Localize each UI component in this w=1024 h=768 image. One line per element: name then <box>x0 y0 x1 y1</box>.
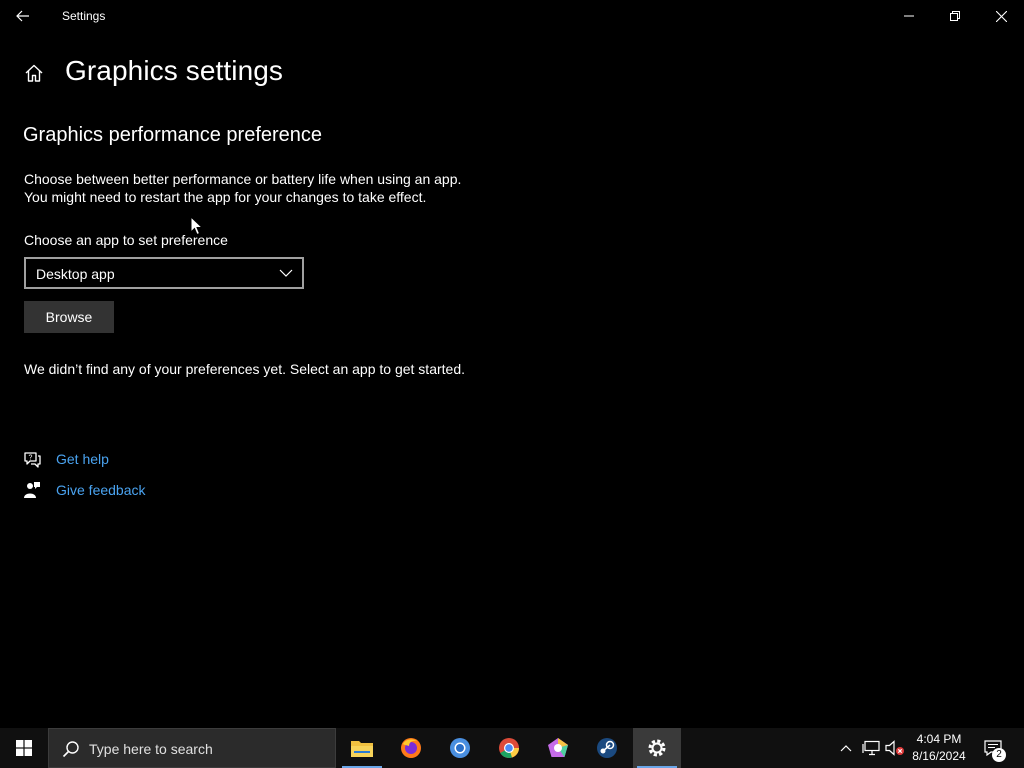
taskbar-file-explorer[interactable] <box>338 728 386 768</box>
chevron-down-icon <box>279 269 293 277</box>
back-arrow-icon <box>16 10 29 22</box>
taskbar-settings[interactable] <box>633 728 681 768</box>
clock-date: 8/16/2024 <box>912 749 966 763</box>
taskbar-steam[interactable] <box>583 728 631 768</box>
pentagon-app-icon <box>548 738 568 757</box>
svg-text:?: ? <box>29 455 33 462</box>
page-title: Graphics settings <box>65 55 284 86</box>
chrome-icon <box>499 738 519 758</box>
taskbar: Type here to search 4:04 PM 8/16/2024 <box>0 728 1024 768</box>
settings-window: Settings Graphics settings Graphics perf… <box>0 0 1024 728</box>
back-button[interactable] <box>0 0 46 32</box>
taskbar-clock[interactable]: 4:04 PM 8/16/2024 <box>906 731 972 765</box>
description-line-2: You might need to restart the app for yo… <box>24 189 427 205</box>
taskbar-pentagon-app[interactable] <box>534 728 582 768</box>
home-icon <box>25 64 43 82</box>
description-line-1: Choose between better performance or bat… <box>24 171 462 187</box>
title-bar: Settings <box>0 0 1024 32</box>
section-heading: Graphics performance preference <box>23 124 323 146</box>
file-explorer-icon <box>351 741 373 757</box>
network-icon <box>862 740 880 756</box>
feedback-icon <box>22 480 42 500</box>
firefox-icon <box>401 738 421 758</box>
clock-time: 4:04 PM <box>916 732 962 746</box>
search-placeholder: Type here to search <box>89 741 213 757</box>
app-title: Settings <box>62 9 106 23</box>
app-type-dropdown[interactable]: Desktop app <box>24 257 304 289</box>
chat-help-icon: ? <box>22 449 42 469</box>
taskbar-chromium[interactable] <box>436 728 484 768</box>
minimize-icon <box>904 15 914 17</box>
empty-preferences-message: We didn’t find any of your preferences y… <box>24 361 465 377</box>
search-icon <box>62 741 79 758</box>
steam-icon <box>597 738 617 758</box>
give-feedback-row[interactable]: Give feedback <box>22 480 146 500</box>
volume-muted-icon <box>885 740 904 756</box>
taskbar-chrome[interactable] <box>485 728 533 768</box>
tray-show-hidden-icons[interactable] <box>836 728 856 768</box>
close-button[interactable] <box>978 0 1024 32</box>
start-button[interactable] <box>0 728 48 768</box>
get-help-row[interactable]: ? Get help <box>22 449 109 469</box>
mouse-cursor-icon <box>190 216 204 236</box>
chromium-icon <box>450 738 470 758</box>
browse-button[interactable]: Browse <box>24 301 114 333</box>
restore-icon <box>950 11 960 21</box>
windows-logo-icon <box>16 740 32 756</box>
chevron-up-icon <box>840 745 852 752</box>
get-help-link[interactable]: Get help <box>56 451 109 467</box>
close-icon <box>995 10 1007 22</box>
dropdown-selected-value: Desktop app <box>36 266 115 282</box>
home-button[interactable] <box>22 61 46 85</box>
restore-button[interactable] <box>932 0 978 32</box>
tray-volume[interactable] <box>884 728 906 768</box>
taskbar-firefox[interactable] <box>387 728 435 768</box>
give-feedback-link[interactable]: Give feedback <box>56 482 146 498</box>
notification-count-badge: 2 <box>992 748 1006 762</box>
tray-network[interactable] <box>860 728 882 768</box>
taskbar-search-box[interactable]: Type here to search <box>48 728 336 768</box>
minimize-button[interactable] <box>886 0 932 32</box>
settings-icon <box>648 739 666 757</box>
